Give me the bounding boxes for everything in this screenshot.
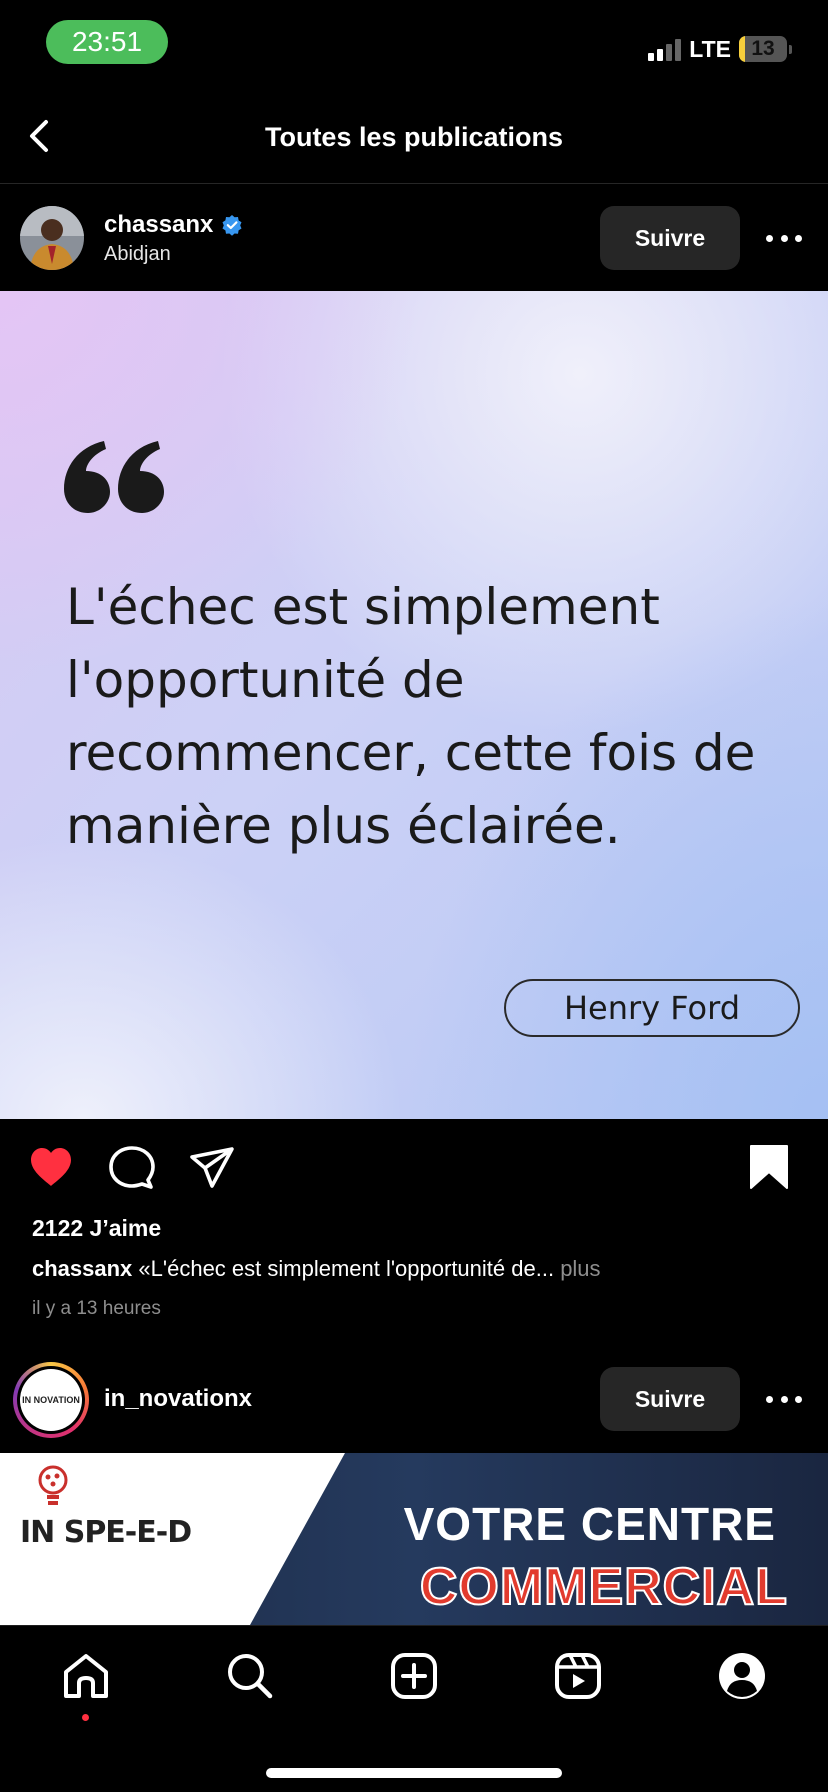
status-bar: 23:51 LTE 13 bbox=[0, 0, 828, 90]
network-type: LTE bbox=[689, 35, 731, 62]
battery-tip bbox=[789, 44, 792, 54]
caption-text: «L'échec est simplement l'opportunité de… bbox=[138, 1256, 555, 1281]
username-text-2[interactable]: in_novationx bbox=[104, 1385, 252, 1413]
quote-text: L'échec est simplement l'opportunité de … bbox=[66, 578, 756, 855]
bottom-tab-bar bbox=[0, 1625, 828, 1792]
banner-logo-text: IN SPE-E-D bbox=[20, 1515, 192, 1550]
story-ring-avatar[interactable]: IN NOVATION bbox=[13, 1362, 89, 1438]
post-header: chassanx Abidjan Suivre bbox=[0, 185, 828, 291]
follow-button[interactable]: Suivre bbox=[600, 206, 740, 270]
post-timestamp: il y a 13 heures bbox=[32, 1298, 161, 1319]
likes-count[interactable]: 2122 J’aime bbox=[32, 1215, 161, 1242]
nav-header: Toutes les publications bbox=[0, 90, 828, 184]
verified-badge-icon bbox=[222, 215, 242, 236]
home-active-dot bbox=[82, 1714, 89, 1721]
post-header-2: IN NOVATION in_novationx Suivre bbox=[0, 1347, 828, 1453]
battery-level: 13 bbox=[751, 37, 775, 60]
search-icon[interactable] bbox=[224, 1650, 276, 1702]
post-image[interactable]: L'échec est simplement l'opportunité de … bbox=[0, 291, 828, 1119]
create-post-icon[interactable] bbox=[388, 1650, 440, 1702]
banner-headline-1: VOTRE CENTRE bbox=[403, 1498, 776, 1550]
profile-icon[interactable] bbox=[716, 1650, 768, 1702]
signal-icon bbox=[648, 37, 682, 61]
bookmark-saved-icon[interactable] bbox=[745, 1144, 793, 1192]
like-heart-icon[interactable] bbox=[27, 1144, 75, 1192]
comment-icon[interactable] bbox=[108, 1144, 156, 1192]
post-username-2[interactable]: in_novationx bbox=[104, 1385, 252, 1413]
more-options-icon-2[interactable] bbox=[766, 1394, 802, 1404]
more-options-icon[interactable] bbox=[766, 233, 802, 243]
post-username[interactable]: chassanx bbox=[104, 211, 243, 239]
banner-headline-2: COMMERCIAL bbox=[419, 1557, 788, 1617]
caption-username[interactable]: chassanx bbox=[32, 1256, 132, 1281]
quote-mark-icon bbox=[64, 441, 164, 513]
post-actions bbox=[0, 1140, 828, 1196]
avatar-2: IN NOVATION bbox=[20, 1369, 82, 1431]
page-title: Toutes les publications bbox=[264, 122, 564, 152]
avatar[interactable] bbox=[20, 206, 84, 270]
post-caption[interactable]: chassanx «L'échec est simplement l'oppor… bbox=[32, 1256, 802, 1282]
status-time: 23:51 bbox=[46, 20, 168, 64]
caption-more-link[interactable]: plus bbox=[560, 1256, 600, 1281]
share-send-icon[interactable] bbox=[188, 1144, 236, 1192]
banner-white-diagonal bbox=[250, 1453, 345, 1625]
reels-icon[interactable] bbox=[552, 1650, 604, 1702]
quote-author: Henry Ford bbox=[504, 979, 800, 1037]
home-indicator bbox=[266, 1768, 562, 1778]
username-text[interactable]: chassanx bbox=[104, 211, 213, 239]
post-image-2[interactable]: IN SPE-E-D VOTRE CENTRE COMMERCIAL bbox=[0, 1453, 828, 1625]
lightbulb-logo-icon bbox=[38, 1465, 68, 1505]
battery-icon: 13 bbox=[739, 36, 787, 62]
avatar-image bbox=[20, 206, 84, 270]
home-icon[interactable] bbox=[60, 1650, 112, 1702]
follow-button-2[interactable]: Suivre bbox=[600, 1367, 740, 1431]
status-indicators: LTE 13 bbox=[648, 34, 792, 64]
post-location[interactable]: Abidjan bbox=[104, 243, 171, 266]
